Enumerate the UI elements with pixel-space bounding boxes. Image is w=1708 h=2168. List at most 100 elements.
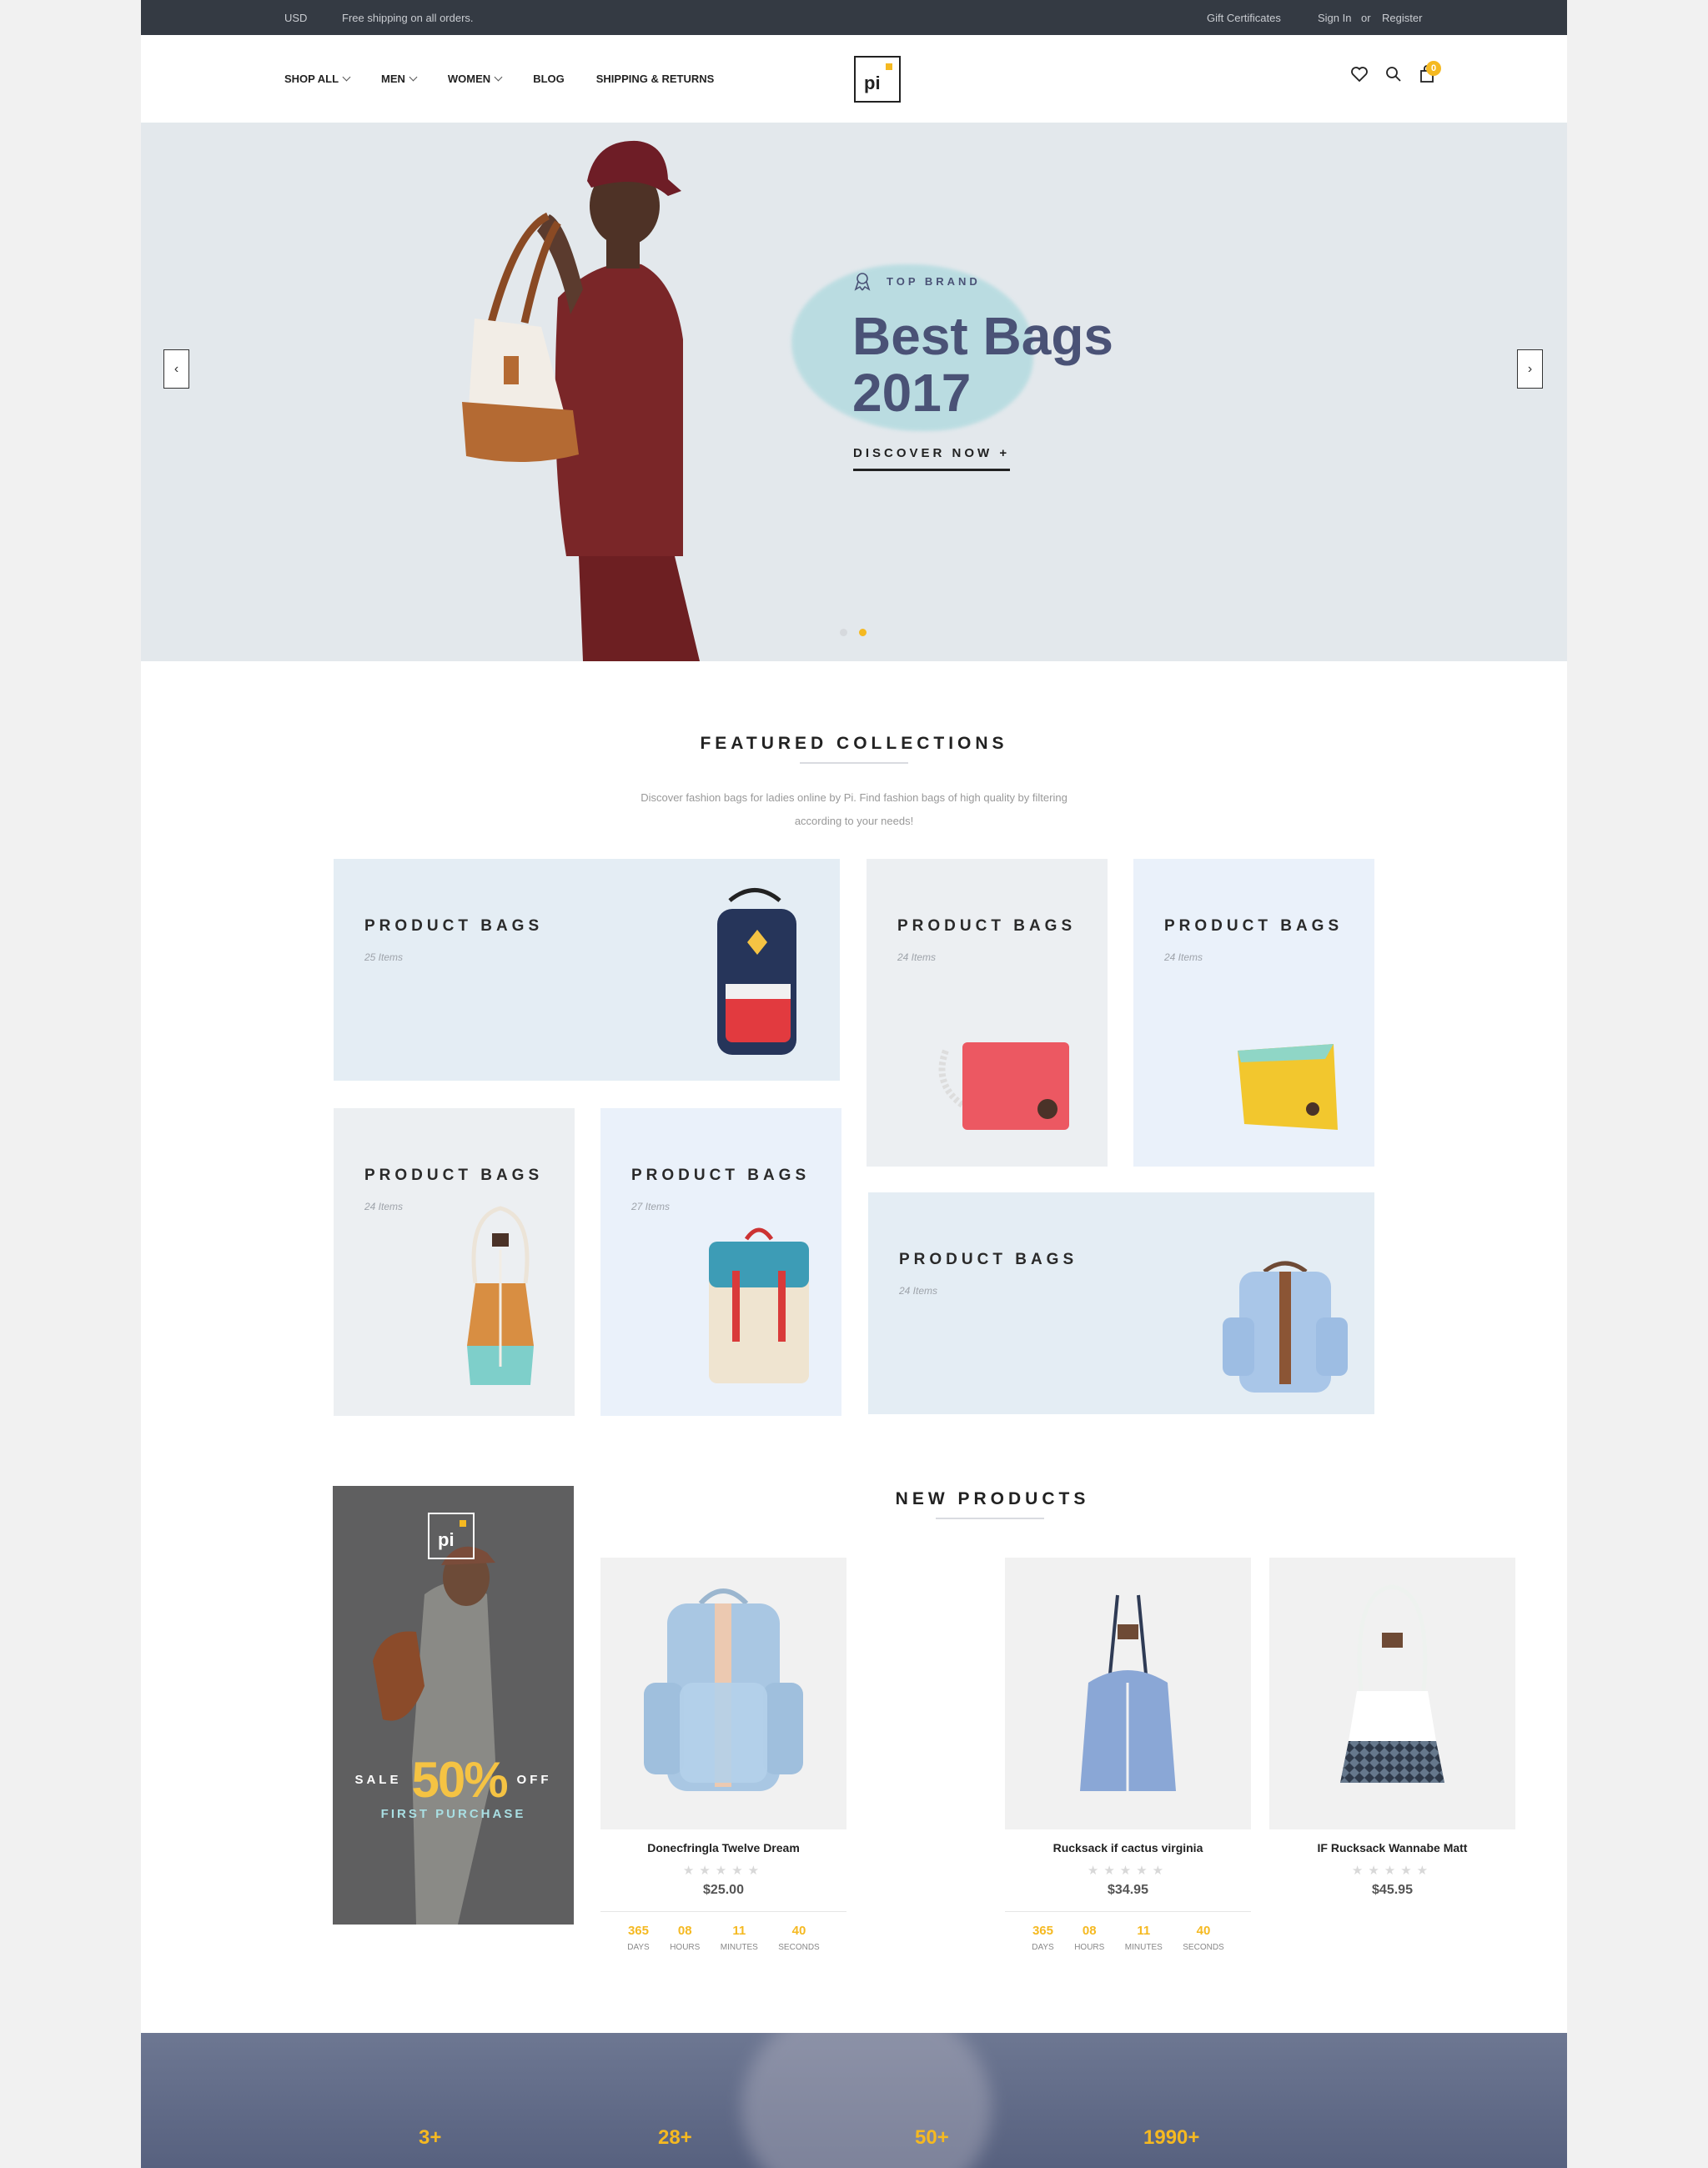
- section-divider: [936, 1518, 1044, 1519]
- countdown-days: 365 DAYS: [627, 1924, 650, 1952]
- promo-logo-dot: [460, 1520, 466, 1527]
- cart-count-badge: 0: [1426, 61, 1441, 76]
- tile-count: 24 Items: [364, 1201, 404, 1212]
- product-price: $25.00: [703, 1883, 744, 1897]
- countdown-value: 365: [1032, 1924, 1053, 1938]
- top-bar: USD Free shipping on all orders. Gift Ce…: [141, 0, 1567, 35]
- tile-count: 27 Items: [631, 1201, 671, 1212]
- heart-icon[interactable]: [1350, 66, 1369, 83]
- nav-label: BLOG: [533, 73, 565, 85]
- blue-rucksack-image: [1223, 1261, 1348, 1393]
- tile-name: PRODUCT BAGS: [364, 1167, 544, 1184]
- currency-selector[interactable]: USD: [284, 12, 307, 24]
- hero-title-line1: Best Bags: [852, 306, 1113, 366]
- logo-text: pi: [864, 73, 881, 93]
- countdown-timer-2: 365 DAYS 08 HOURS 11 MINUTES 40 SECONDS: [1005, 1911, 1251, 1952]
- nav-shop-all[interactable]: SHOP ALL: [284, 73, 351, 85]
- product-name[interactable]: Rucksack if cactus virginia: [1005, 1841, 1251, 1854]
- tile-name: PRODUCT BAGS: [631, 1167, 811, 1184]
- slider-dot-1[interactable]: [840, 629, 847, 636]
- hero-slider: ‹ › TOP BRAND Best Bags 2017 DISCOVER NO…: [141, 123, 1567, 661]
- nav-shipping-returns[interactable]: SHIPPING & RETURNS: [596, 73, 715, 85]
- featured-description: Discover fashion bags for ladies online …: [604, 786, 1104, 833]
- gift-certificates-link[interactable]: Gift Certificates: [1207, 12, 1281, 24]
- product-image-wrapper: [600, 1558, 846, 1829]
- countdown-days: 365 DAYS: [1032, 1924, 1054, 1952]
- featured-description-line2: according to your needs!: [794, 815, 914, 827]
- countdown-label: DAYS: [627, 1943, 650, 1952]
- navy-backpack-image: [717, 888, 796, 1055]
- sign-in-link[interactable]: Sign In: [1318, 12, 1351, 24]
- product-name[interactable]: Donecfringla Twelve Dream: [600, 1841, 846, 1854]
- product-card-2[interactable]: Rucksack if cactus virginia ★★★★★ $34.95: [1005, 1558, 1251, 1898]
- product-card-1[interactable]: Donecfringla Twelve Dream ★★★★★ $25.00: [600, 1558, 846, 1898]
- countdown-value: 08: [1082, 1924, 1097, 1938]
- page: USD Free shipping on all orders. Gift Ce…: [141, 0, 1567, 2168]
- product-name[interactable]: IF Rucksack Wannabe Matt: [1269, 1841, 1515, 1854]
- slider-dot-2[interactable]: [859, 629, 867, 636]
- tile-count: 24 Items: [899, 1285, 938, 1297]
- countdown-label: MINUTES: [1124, 1943, 1163, 1952]
- product-image-wrapper: [1269, 1558, 1515, 1829]
- product-image-wrapper: [1005, 1558, 1251, 1829]
- tile-count: 24 Items: [897, 951, 937, 963]
- yellow-clutch-image: [1238, 1044, 1338, 1130]
- countdown-minutes: 11 MINUTES: [721, 1924, 758, 1952]
- drawstring-bag-image: [467, 1206, 534, 1385]
- first-purchase-label: FIRST PURCHASE: [380, 1807, 526, 1821]
- site-logo[interactable]: pi: [854, 56, 901, 103]
- red-pouch-image: [938, 1042, 1069, 1130]
- rating-stars: ★★★★★: [682, 1864, 765, 1878]
- register-link[interactable]: Register: [1382, 12, 1422, 24]
- collection-tile-5[interactable]: PRODUCT BAGS 27 Items: [600, 1108, 841, 1416]
- nav-label: WOMEN: [447, 73, 491, 85]
- sale-promo-banner[interactable]: pi SALE 50% OFF FIRST PURCHASE: [333, 1486, 574, 1925]
- background-glow: [741, 2033, 992, 2168]
- countdown-value: 11: [732, 1924, 746, 1938]
- countdown-seconds: 40 SECONDS: [1183, 1924, 1223, 1952]
- nav-women[interactable]: WOMEN: [447, 73, 503, 85]
- tile-name: PRODUCT BAGS: [897, 917, 1077, 935]
- stat-value-1: 3+: [419, 2126, 442, 2149]
- hero-title-line2: 2017: [852, 363, 972, 423]
- product-image-2: [1080, 1594, 1176, 1791]
- stats-band: 3+ 28+ 50+ 1990+: [141, 2033, 1567, 2168]
- shipping-note: Free shipping on all orders.: [342, 12, 474, 24]
- hero-badge: TOP BRAND: [853, 271, 981, 291]
- main-nav: SHOP ALL MEN WOMEN BLOG SHIPPING & RETUR…: [284, 73, 714, 85]
- countdown-value: 11: [1137, 1924, 1151, 1938]
- product-card-3[interactable]: IF Rucksack Wannabe Matt ★★★★★ $45.95: [1269, 1558, 1515, 1898]
- nav-men[interactable]: MEN: [381, 73, 418, 85]
- hero-next-button[interactable]: ›: [1517, 349, 1543, 389]
- off-label: OFF: [516, 1773, 552, 1787]
- featured-description-line1: Discover fashion bags for ladies online …: [640, 791, 1068, 804]
- hero-badge-label: TOP BRAND: [887, 274, 981, 288]
- countdown-value: 40: [1196, 1924, 1211, 1938]
- tile-name: PRODUCT BAGS: [364, 917, 544, 935]
- nav-blog[interactable]: BLOG: [533, 73, 565, 85]
- countdown-label: SECONDS: [778, 1943, 820, 1952]
- countdown-seconds: 40 SECONDS: [778, 1924, 819, 1952]
- tile-count: 24 Items: [1164, 951, 1203, 963]
- countdown-label: HOURS: [670, 1943, 701, 1952]
- hero-model-image: [462, 140, 700, 661]
- discover-now-link[interactable]: DISCOVER NOW +: [853, 446, 1011, 471]
- new-products-title: NEW PRODUCTS: [895, 1489, 1090, 1508]
- search-icon[interactable]: [1385, 66, 1402, 83]
- collection-tile-4[interactable]: PRODUCT BAGS 24 Items: [334, 1108, 575, 1416]
- collection-tile-2[interactable]: PRODUCT BAGS 24 Items: [867, 859, 1108, 1167]
- hero-prev-button[interactable]: ‹: [163, 349, 189, 389]
- countdown-timer-1: 365 DAYS 08 HOURS 11 MINUTES 40 SECONDS: [600, 1911, 846, 1952]
- chevron-down-icon: [494, 73, 503, 82]
- collection-tile-6[interactable]: PRODUCT BAGS 24 Items: [868, 1192, 1374, 1414]
- stat-value-4: 1990+: [1143, 2126, 1200, 2149]
- countdown-hours: 08 HOURS: [1074, 1924, 1104, 1952]
- collection-tile-3[interactable]: PRODUCT BAGS 24 Items: [1133, 859, 1374, 1167]
- countdown-hours: 08 HOURS: [670, 1924, 700, 1952]
- countdown-label: SECONDS: [1183, 1943, 1224, 1952]
- collection-tile-1[interactable]: PRODUCT BAGS 25 Items: [334, 859, 840, 1081]
- countdown-value: 40: [791, 1924, 806, 1938]
- countdown-label: DAYS: [1032, 1943, 1054, 1952]
- countdown-value: 08: [677, 1924, 692, 1938]
- section-divider: [800, 762, 908, 764]
